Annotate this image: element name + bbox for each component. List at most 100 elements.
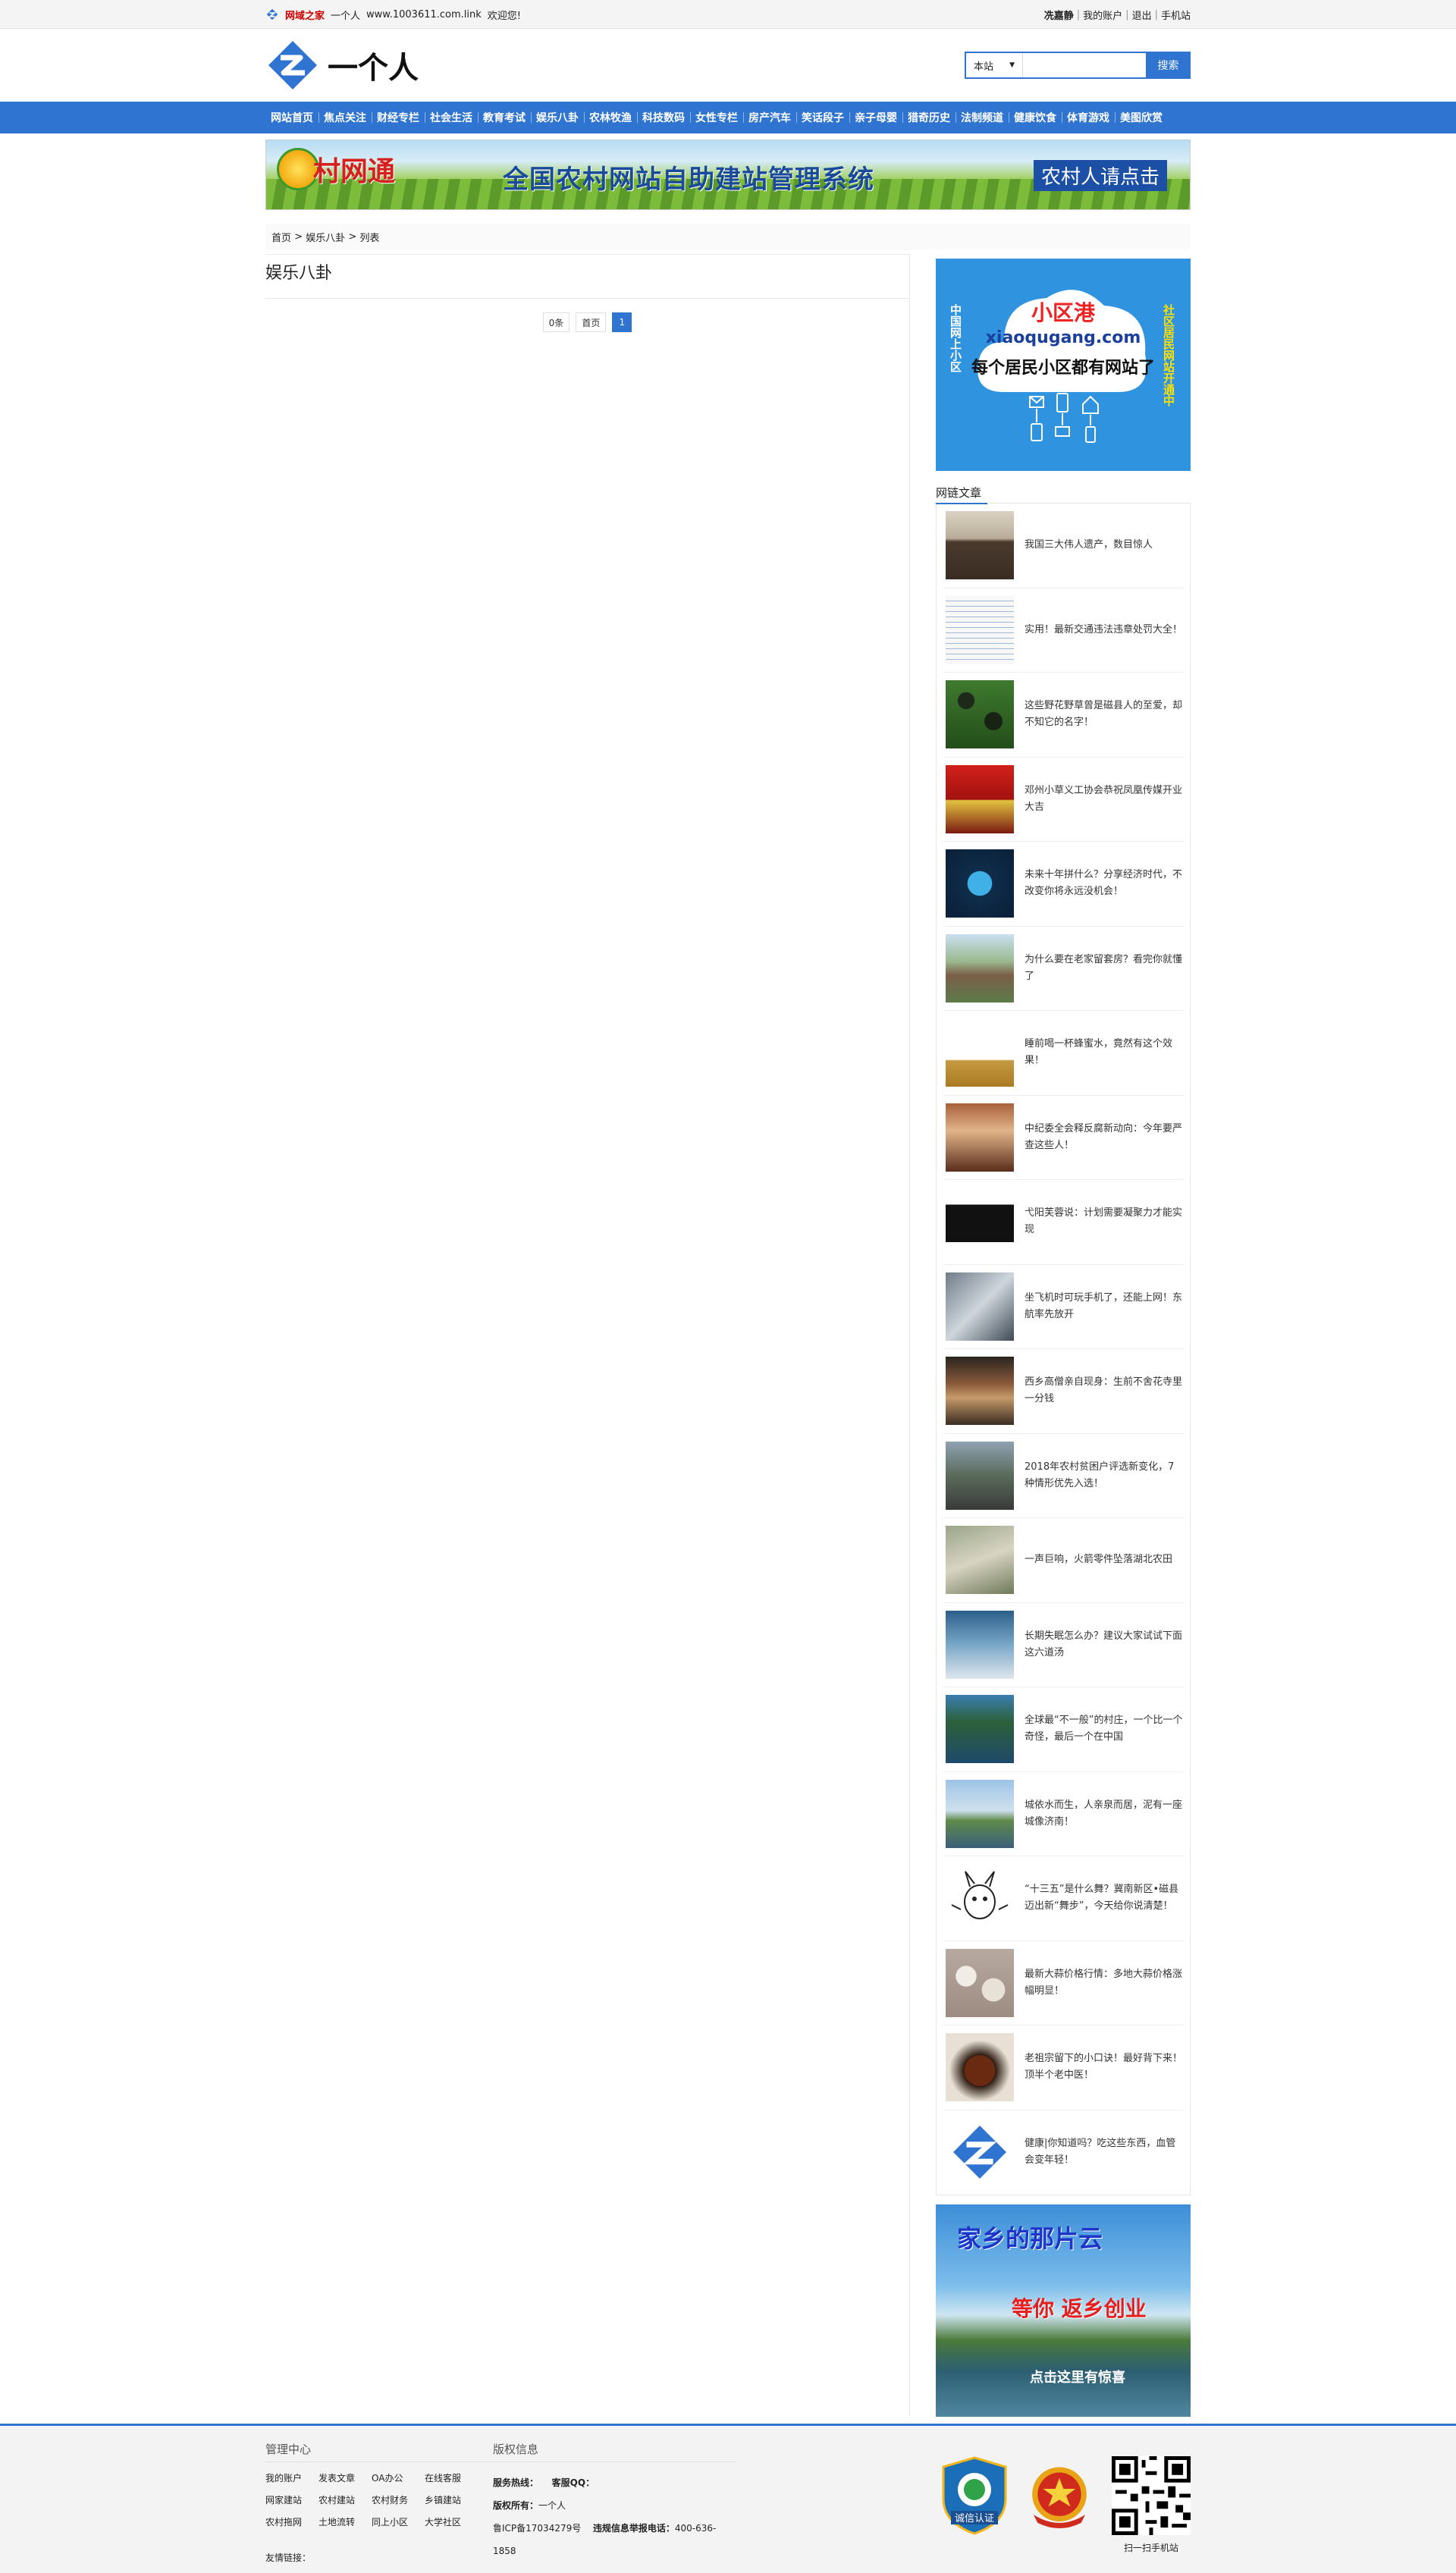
integrity-badge-icon[interactable]: 诚信认证 <box>942 2456 1007 2535</box>
footer-link[interactable]: 土地流转 <box>318 2515 372 2528</box>
article-thumbnail[interactable] <box>946 1357 1014 1426</box>
footer-link[interactable]: 同上小区 <box>372 2515 425 2528</box>
article-title[interactable]: 实用！最新交通违法违章处罚大全！ <box>1025 622 1184 639</box>
list-item[interactable]: 为什么要在老家留套房？看完你就懂了 <box>943 927 1184 1011</box>
article-title[interactable]: 坐飞机时可玩手机了，还能上网！东航率先放开 <box>1025 1290 1184 1323</box>
article-title[interactable]: 健康|你知道吗？吃这些东西，血管会变年轻！ <box>1025 2135 1184 2169</box>
site-logo[interactable]: 一个人 <box>265 38 419 93</box>
list-item[interactable]: 全球最“不一般”的村庄，一个比一个奇怪，最后一个在中国 <box>943 1687 1184 1772</box>
article-thumbnail[interactable] <box>946 2118 1014 2187</box>
article-thumbnail[interactable] <box>946 1526 1014 1595</box>
search-scope-select[interactable]: 本站 ▼ <box>966 53 1024 77</box>
nav-item[interactable]: 亲子母婴 <box>849 102 902 133</box>
article-thumbnail[interactable] <box>946 1695 1014 1764</box>
sidebar-ad-hometown[interactable]: 家乡的那片云 等你 返乡创业 点击这里有惊喜 <box>936 2204 1191 2417</box>
nav-item[interactable]: 娱乐八卦 <box>531 102 584 133</box>
footer-link[interactable]: 我的账户 <box>265 2471 318 2484</box>
search-button[interactable]: 搜索 <box>1146 52 1191 79</box>
article-title[interactable]: 一声巨响，火箭零件坠落湖北农田 <box>1025 1552 1184 1568</box>
topbar-brand[interactable]: 网域之家 <box>285 8 325 22</box>
list-item[interactable]: 2018年农村贫困户评选新变化，7种情形优先入选！ <box>943 1434 1184 1518</box>
nav-item[interactable]: 女性专栏 <box>690 102 743 133</box>
footer-link[interactable]: 农村财务 <box>372 2493 425 2506</box>
banner-button[interactable]: 农村人请点击 <box>1033 160 1167 191</box>
nav-item[interactable]: 社会生活 <box>425 102 478 133</box>
list-item[interactable]: 弋阳芙蓉说：计划需要凝聚力才能实现 <box>943 1180 1184 1265</box>
footer-link[interactable]: 网家建站 <box>265 2493 318 2506</box>
nav-item[interactable]: 健康饮食 <box>1009 102 1062 133</box>
nav-item[interactable]: 焦点关注 <box>318 102 372 133</box>
list-item[interactable]: 实用！最新交通违法违章处罚大全！ <box>943 588 1184 673</box>
article-title[interactable]: 为什么要在老家留套房？看完你就懂了 <box>1025 952 1184 985</box>
banner-ad[interactable]: 村网通 全国农村网站自助建站管理系统 农村人请点击 <box>265 140 1191 210</box>
article-title[interactable]: 邓州小草义工协会恭祝凤凰传媒开业大吉 <box>1025 783 1184 816</box>
breadcrumb-home[interactable]: 首页 <box>271 230 291 244</box>
article-title[interactable]: 这些野花野草曾是磁县人的至爱，却不知它的名字！ <box>1025 698 1184 731</box>
list-item[interactable]: 我国三大伟人遗产，数目惊人 <box>943 504 1184 588</box>
list-item[interactable]: 睡前喝一杯蜂蜜水，竟然有这个效果！ <box>943 1011 1184 1096</box>
mobile-qr[interactable]: 扫一扫手机站 <box>1112 2456 1191 2554</box>
article-title[interactable]: 未来十年拼什么？分享经济时代，不改变你将永远没机会！ <box>1025 867 1184 900</box>
article-thumbnail[interactable] <box>946 1103 1014 1172</box>
article-title[interactable]: 中纪委全会释反腐新动向：今年要严查这些人！ <box>1025 1121 1184 1154</box>
police-badge-icon[interactable] <box>1027 2456 1092 2535</box>
topbar-site-url[interactable]: www.1003611.com.link <box>366 9 482 20</box>
article-thumbnail[interactable] <box>946 2033 1014 2102</box>
article-title[interactable]: 2018年农村贫困户评选新变化，7种情形优先入选！ <box>1025 1459 1184 1492</box>
list-item[interactable]: 未来十年拼什么？分享经济时代，不改变你将永远没机会！ <box>943 842 1184 927</box>
article-thumbnail[interactable] <box>946 1610 1014 1679</box>
article-thumbnail[interactable] <box>946 511 1014 580</box>
article-title[interactable]: 睡前喝一杯蜂蜜水，竟然有这个效果！ <box>1025 1036 1184 1069</box>
list-item[interactable]: 邓州小草义工协会恭祝凤凰传媒开业大吉 <box>943 758 1184 842</box>
article-title[interactable]: 老祖宗留下的小口诀！最好背下来！顶半个老中医！ <box>1025 2051 1184 2084</box>
my-account-link[interactable]: 我的账户 <box>1083 8 1122 22</box>
pager-current-page[interactable]: 1 <box>612 312 632 332</box>
article-title[interactable]: 西乡高僧亲自现身：生前不舍花寺里一分钱 <box>1025 1374 1184 1407</box>
icp-number[interactable]: 鲁ICP备17034279号 <box>493 2523 581 2534</box>
nav-item[interactable]: 财经专栏 <box>372 102 425 133</box>
sidebar-ad-xiaoqugang[interactable]: 中国网上小区 社区居民网站开通中 小区港 xiaoqugang.com 每个居民… <box>936 259 1191 471</box>
article-title[interactable]: 全球最“不一般”的村庄，一个比一个奇怪，最后一个在中国 <box>1025 1712 1184 1746</box>
list-item[interactable]: 城依水而生，人亲泉而居，泥有一座城像济南！ <box>943 1772 1184 1856</box>
list-item[interactable]: 健康|你知道吗？吃这些东西，血管会变年轻！ <box>943 2110 1184 2195</box>
mobile-site-link[interactable]: 手机站 <box>1161 8 1191 22</box>
nav-item[interactable]: 笑话段子 <box>796 102 849 133</box>
nav-item[interactable]: 科技数码 <box>637 102 690 133</box>
article-thumbnail[interactable] <box>946 849 1014 918</box>
logout-link[interactable]: 退出 <box>1132 8 1152 22</box>
ad2-line3[interactable]: 点击这里有惊喜 <box>1030 2367 1125 2386</box>
article-thumbnail[interactable] <box>946 1188 1014 1257</box>
nav-item[interactable]: 猎奇历史 <box>902 102 956 133</box>
footer-link[interactable]: 农村拖网 <box>265 2515 318 2528</box>
article-title[interactable]: 弋阳芙蓉说：计划需要凝聚力才能实现 <box>1025 1205 1184 1238</box>
list-item[interactable]: 老祖宗留下的小口诀！最好背下来！顶半个老中医！ <box>943 2025 1184 2110</box>
footer-link[interactable]: 乡镇建站 <box>425 2493 478 2506</box>
nav-item[interactable]: 房产汽车 <box>743 102 796 133</box>
article-thumbnail[interactable] <box>946 1864 1014 1933</box>
article-thumbnail[interactable] <box>946 1948 1014 2017</box>
article-title[interactable]: 我国三大伟人遗产，数目惊人 <box>1025 537 1184 554</box>
article-title[interactable]: 城依水而生，人亲泉而居，泥有一座城像济南！ <box>1025 1797 1184 1831</box>
article-thumbnail[interactable] <box>946 1272 1014 1341</box>
nav-item[interactable]: 网站首页 <box>265 102 318 133</box>
list-item[interactable]: 西乡高僧亲自现身：生前不舍花寺里一分钱 <box>943 1349 1184 1434</box>
nav-item[interactable]: 教育考试 <box>478 102 531 133</box>
nav-item[interactable]: 美图欣赏 <box>1115 102 1168 133</box>
list-item[interactable]: 中纪委全会释反腐新动向：今年要严查这些人！ <box>943 1096 1184 1180</box>
nav-item[interactable]: 体育游戏 <box>1062 102 1115 133</box>
article-thumbnail[interactable] <box>946 764 1014 833</box>
article-title[interactable]: “十三五”是什么舞？冀南新区•磁县迈出新“舞步”，今天给你说清楚！ <box>1025 1881 1184 1915</box>
search-input[interactable] <box>1023 53 1147 77</box>
article-thumbnail[interactable] <box>946 1018 1014 1087</box>
list-item[interactable]: “十三五”是什么舞？冀南新区•磁县迈出新“舞步”，今天给你说清楚！ <box>943 1856 1184 1941</box>
footer-link[interactable]: 大学社区 <box>425 2515 478 2528</box>
breadcrumb-category[interactable]: 娱乐八卦 <box>306 230 345 244</box>
footer-link[interactable]: 发表文章 <box>318 2471 372 2484</box>
nav-item[interactable]: 农林牧渔 <box>584 102 637 133</box>
footer-link[interactable]: 农村建站 <box>318 2493 372 2506</box>
list-item[interactable]: 这些野花野草曾是磁县人的至爱，却不知它的名字！ <box>943 673 1184 758</box>
list-item[interactable]: 最新大蒜价格行情：多地大蒜价格涨幅明显！ <box>943 1941 1184 2025</box>
article-thumbnail[interactable] <box>946 933 1014 1003</box>
list-item[interactable]: 长期失眠怎么办？建议大家试试下面这六道汤 <box>943 1603 1184 1687</box>
nav-item[interactable]: 法制频道 <box>956 102 1009 133</box>
